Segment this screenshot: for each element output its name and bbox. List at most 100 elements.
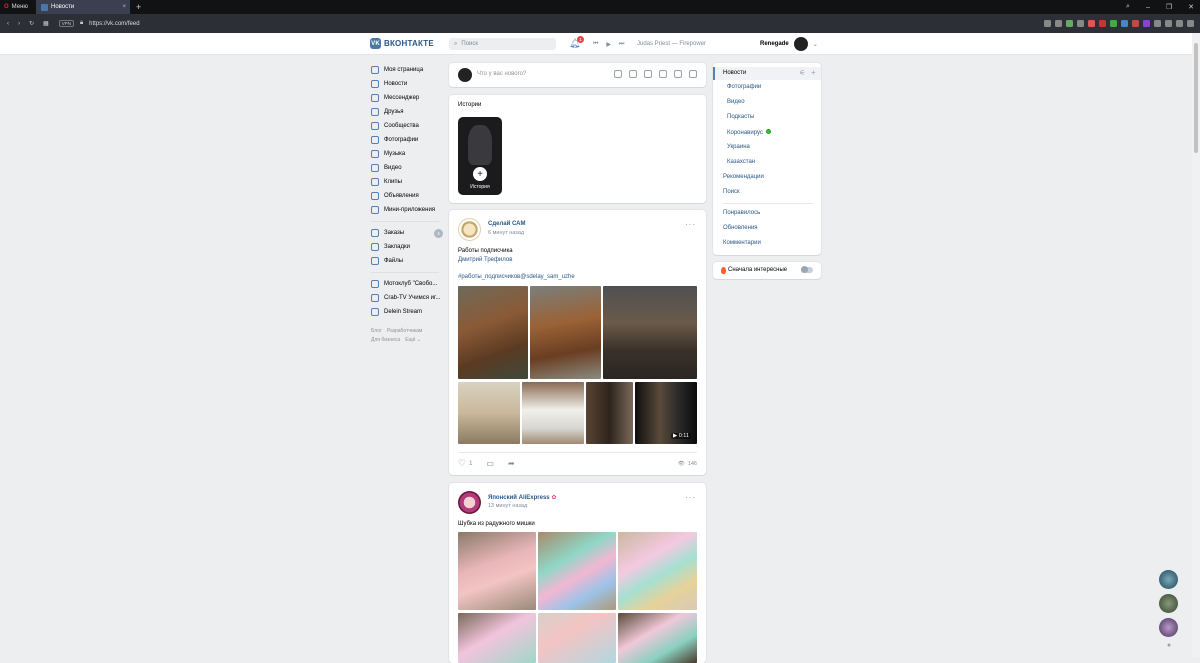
video-icon[interactable] <box>629 70 637 78</box>
sidebar-item[interactable]: Закладки <box>371 240 443 254</box>
post-photo[interactable] <box>458 613 536 663</box>
sidebar-item[interactable]: Мотоклуб "Свобо... <box>371 277 443 291</box>
post-photo[interactable] <box>458 286 528 379</box>
right-menu-item-search[interactable]: Поиск <box>723 189 740 195</box>
chat-avatar[interactable] <box>1159 570 1178 589</box>
post-photo[interactable] <box>458 532 536 610</box>
post-author-avatar[interactable] <box>458 218 481 241</box>
post-photo[interactable] <box>458 382 520 444</box>
add-story-tile[interactable]: + История <box>458 117 502 195</box>
sidebar-item[interactable]: Видео <box>371 161 443 175</box>
sidebar-item[interactable]: Новости <box>371 77 443 91</box>
plus-icon[interactable]: + <box>811 68 816 77</box>
ext-red-icon[interactable] <box>1132 20 1139 27</box>
download-ext-icon[interactable] <box>1066 20 1073 27</box>
music-icon[interactable] <box>644 70 652 78</box>
sidebar-item[interactable]: Фотографии <box>371 133 443 147</box>
like-button[interactable]: ♡ 1 <box>458 458 472 469</box>
camera-icon[interactable] <box>1055 20 1062 27</box>
sidebar-item[interactable]: Музыка <box>371 147 443 161</box>
right-menu-item-ukraine[interactable]: Украина <box>727 144 750 150</box>
close-window-icon[interactable]: ✕ <box>1188 3 1194 11</box>
filter-icon[interactable]: ⚟ <box>799 69 805 77</box>
maximize-icon[interactable]: ❐ <box>1166 3 1172 11</box>
post-photo[interactable] <box>586 382 633 444</box>
play-icon[interactable]: ▶ <box>606 41 611 48</box>
search-icon[interactable]: ⌕ <box>1126 3 1130 11</box>
right-menu-item-liked[interactable]: Понравилось <box>723 210 760 216</box>
post-photo[interactable] <box>522 382 584 444</box>
chat-avatar[interactable] <box>1159 594 1178 613</box>
adblock-icon[interactable] <box>1099 20 1106 27</box>
more-options-icon[interactable]: ··· <box>685 493 696 502</box>
sidebar-item[interactable]: Заказы 4 <box>371 226 443 240</box>
post-photo[interactable] <box>603 286 697 379</box>
menu-icon[interactable] <box>1187 20 1194 27</box>
snapshot-icon[interactable] <box>1044 20 1051 27</box>
browser-tab-active[interactable]: Новости × <box>36 0 130 14</box>
sidebar-item[interactable]: Delein Stream <box>371 305 443 319</box>
search-input[interactable]: ⌕ Поиск <box>449 38 556 50</box>
sidebar-item[interactable]: Мини-приложения <box>371 203 443 217</box>
post-author-name[interactable]: Японский AliExpress ✿ <box>488 494 556 501</box>
right-menu-item-news[interactable]: Новости ⚟ + <box>713 67 821 80</box>
chat-avatar[interactable] <box>1159 618 1178 637</box>
right-menu-item-kazakhstan[interactable]: Казахстан <box>727 159 755 165</box>
new-tab-button[interactable]: + <box>136 2 141 12</box>
post-photo[interactable] <box>530 286 601 379</box>
post-photo[interactable] <box>538 532 616 610</box>
right-menu-item-photos[interactable]: Фотографии <box>727 84 761 90</box>
right-menu-item-updates[interactable]: Обновления <box>723 225 758 231</box>
reload-icon[interactable]: ↻ <box>29 20 34 27</box>
send-icon[interactable] <box>1077 20 1084 27</box>
sidebar-item[interactable]: Друзья <box>371 105 443 119</box>
footer-devs-link[interactable]: Разработчикам <box>387 328 423 334</box>
close-tab-icon[interactable]: × <box>122 4 126 10</box>
sidebar-item[interactable]: Мессенджер <box>371 91 443 105</box>
page-scrollbar[interactable] <box>1192 33 1200 657</box>
sidebar-item[interactable]: Сообщества <box>371 119 443 133</box>
footer-business-link[interactable]: Для бизнеса <box>371 337 400 343</box>
post-photo[interactable] <box>618 532 697 610</box>
sidebar-item[interactable]: Crab-TV Учимся иг... <box>371 291 443 305</box>
idea-icon[interactable] <box>674 70 682 78</box>
post-author-name[interactable]: Сделай САМ <box>488 221 526 227</box>
ext-purple-icon[interactable] <box>1143 20 1150 27</box>
previous-track-icon[interactable]: ⏮ <box>593 41 598 48</box>
share-icon[interactable]: ➦ <box>508 459 515 468</box>
chat-bubble-icon[interactable]: ● <box>1159 642 1179 649</box>
right-menu-item-recommendations[interactable]: Рекомендации <box>723 174 764 180</box>
footer-blog-link[interactable]: Блог <box>371 328 382 334</box>
forward-icon[interactable]: › <box>18 21 20 27</box>
right-menu-item-comments[interactable]: Комментарии <box>723 240 761 246</box>
composer-placeholder[interactable]: Что у вас нового? <box>477 71 526 77</box>
more-options-icon[interactable]: ··· <box>685 220 696 229</box>
post-time[interactable]: 13 минут назад <box>488 503 527 509</box>
vpn-badge[interactable]: VPN <box>58 20 74 27</box>
ext-blue-icon[interactable] <box>1121 20 1128 27</box>
footer-more-link[interactable]: Ещё ⌄ <box>405 337 421 343</box>
post-author-avatar[interactable] <box>458 491 481 514</box>
vk-logo[interactable]: VK ВКОНТАКТЕ <box>370 38 434 49</box>
url-field[interactable]: VPN 🔒︎ https://vk.com/feed <box>58 20 140 27</box>
scrollbar-thumb[interactable] <box>1194 43 1198 153</box>
post-hashtag-link[interactable]: #работы_подписчиков@sdelay_sam_uzhe <box>458 273 575 282</box>
sidebar-item[interactable]: Моя страница <box>371 63 443 77</box>
user-menu[interactable]: Renegade ⌄ <box>760 37 818 51</box>
right-menu-item-coronavirus[interactable]: Коронавирус <box>727 129 771 136</box>
next-track-icon[interactable]: ⏭ <box>619 41 624 48</box>
post-time[interactable]: 6 минут назад <box>488 230 524 236</box>
notifications-button[interactable]: 🔔︎ 1 <box>569 36 584 49</box>
lock-icon[interactable] <box>689 70 697 78</box>
interesting-first-toggle[interactable] <box>801 266 813 273</box>
sidebar-item[interactable]: Объявления <box>371 189 443 203</box>
post-photo[interactable] <box>538 613 616 663</box>
current-track[interactable]: Judas Priest — Firepower <box>637 41 706 47</box>
sidebar-item[interactable]: Клипы <box>371 175 443 189</box>
minimize-icon[interactable]: – <box>1146 4 1150 11</box>
photo-icon[interactable] <box>614 70 622 78</box>
browser-menu-button[interactable]: O Меню <box>0 0 36 14</box>
speed-dial-icon[interactable]: ▦ <box>43 20 49 27</box>
heart-icon[interactable] <box>1088 20 1095 27</box>
post-composer[interactable]: Что у вас нового? <box>449 63 706 87</box>
